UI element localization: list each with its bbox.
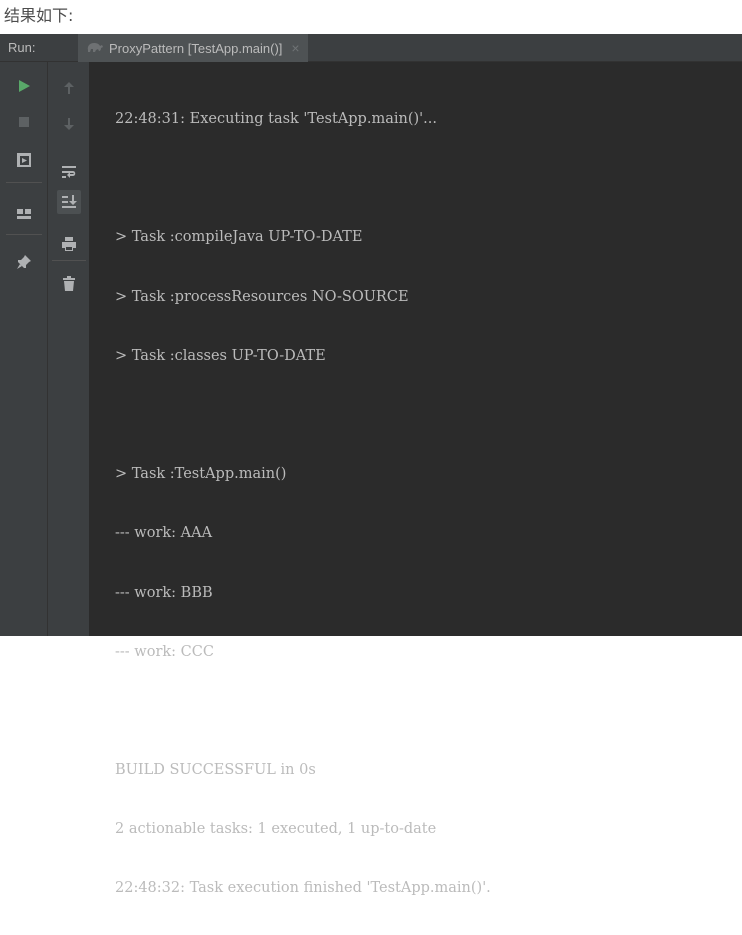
run-tab-proxypattern[interactable]: ProxyPattern [TestApp.main()] × xyxy=(78,34,308,62)
console-line: --- work: AAA xyxy=(115,525,213,542)
console-line: > Task :processResources NO-SOURCE xyxy=(115,288,409,305)
toolbar-separator xyxy=(6,182,42,183)
trash-icon[interactable] xyxy=(57,272,81,296)
close-icon[interactable]: × xyxy=(291,40,299,56)
run-tab-title: ProxyPattern [TestApp.main()] xyxy=(109,40,283,56)
run-tool-window: Run: ProxyPattern [TestApp.main()] × 22:… xyxy=(0,34,742,896)
up-arrow-icon[interactable] xyxy=(57,76,81,100)
toolbar-separator xyxy=(6,234,42,235)
restore-layout-icon[interactable] xyxy=(12,148,36,172)
console-line: --- work: CCC xyxy=(115,643,214,660)
stop-icon[interactable] xyxy=(12,110,36,134)
left-toolbar xyxy=(0,62,48,636)
soft-wrap-icon[interactable] xyxy=(57,160,81,184)
console-line: --- work: BBB xyxy=(115,584,213,601)
console-line: BUILD SUCCESSFUL in 0s xyxy=(115,762,316,779)
run-tab-bar: Run: ProxyPattern [TestApp.main()] × xyxy=(0,34,742,62)
console-line: > Task :classes UP-TO-DATE xyxy=(115,347,326,364)
pin-tab-icon[interactable] xyxy=(12,250,36,274)
rerun-icon[interactable] xyxy=(12,74,36,98)
console-line: > Task :TestApp.main() xyxy=(115,466,287,483)
run-label: Run: xyxy=(8,40,36,55)
console-line: 2 actionable tasks: 1 executed, 1 up-to-… xyxy=(115,821,437,838)
print-icon[interactable] xyxy=(57,232,81,256)
console-line: 22:48:31: Executing task 'TestApp.main()… xyxy=(115,111,437,127)
caption-text: 结果如下: xyxy=(4,6,74,25)
right-toolbar xyxy=(48,62,90,636)
console-output[interactable]: 22:48:31: Executing task 'TestApp.main()… xyxy=(90,62,742,896)
gradle-elephant-icon xyxy=(86,41,104,56)
console-line: 22:48:32: Task execution finished 'TestA… xyxy=(115,880,491,897)
layout-icon[interactable] xyxy=(12,202,36,226)
toolbar-separator xyxy=(52,260,86,261)
console-line: > Task :compileJava UP-TO-DATE xyxy=(115,229,363,246)
down-arrow-icon[interactable] xyxy=(57,112,81,136)
scroll-to-end-icon[interactable] xyxy=(57,190,81,214)
